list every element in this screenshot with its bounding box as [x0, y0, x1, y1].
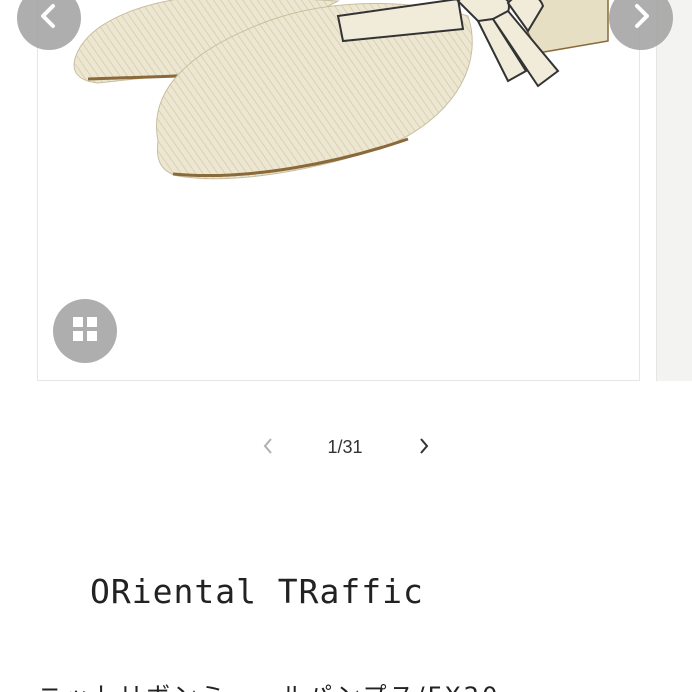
pager-next-button[interactable] [412, 436, 436, 460]
product-image[interactable] [37, 0, 640, 381]
pager-prev-button[interactable] [256, 436, 280, 460]
shoe-illustration [73, 0, 609, 180]
next-product-image-peek[interactable] [656, 0, 692, 381]
product-page: 1/31 ORiental TRaffic ニットリボンミュールパンプス/FX2… [0, 0, 692, 692]
chevron-left-icon [261, 436, 275, 460]
gallery-grid-button[interactable] [53, 299, 117, 363]
grid-icon [72, 316, 98, 346]
pager-count: 1/31 [327, 437, 363, 457]
product-title: ニットリボンミュールパンプス/FX20 [38, 676, 500, 692]
chevron-right-icon [417, 436, 431, 460]
image-pager: 1/31 [0, 432, 692, 464]
chevron-right-icon [629, 1, 653, 35]
brand-name[interactable]: ORiental TRaffic [90, 572, 424, 611]
chevron-left-icon [37, 1, 61, 35]
